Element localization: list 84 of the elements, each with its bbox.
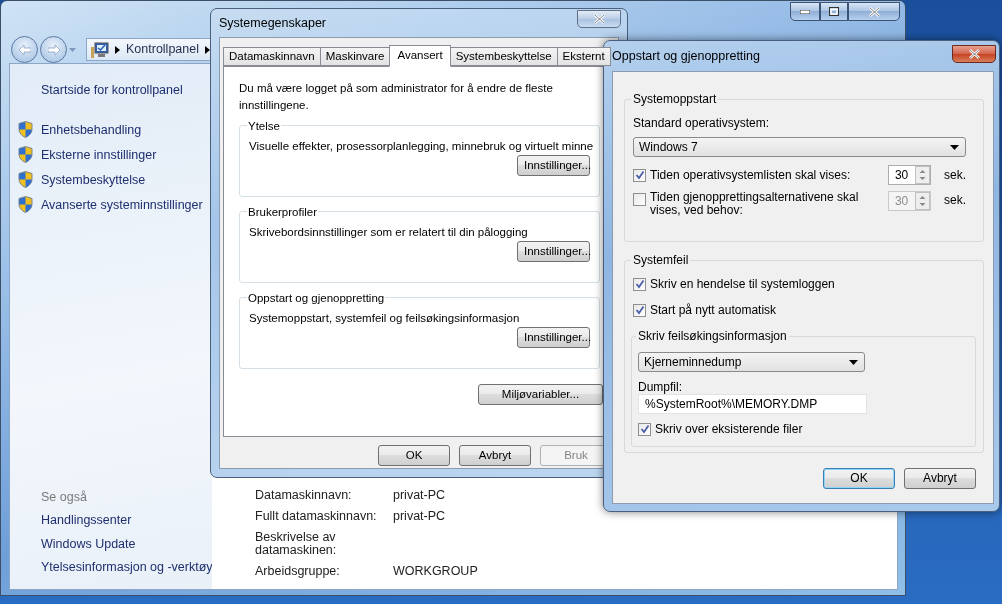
group-title: Ytelse	[247, 118, 281, 133]
shield-icon	[18, 121, 33, 138]
environment-variables-button[interactable]: Miljøvariabler...	[478, 383, 603, 405]
group-title: Oppstart og gjenoppretting	[247, 290, 386, 305]
checkbox[interactable]	[633, 168, 646, 182]
control-panel-icon	[91, 41, 109, 58]
tab[interactable]: Systembeskyttelse	[450, 47, 557, 66]
field-label: Standard operativsystem:	[633, 115, 771, 132]
shield-icon	[18, 146, 33, 163]
sidebar-link[interactable]: Enhetsbehandling	[41, 121, 142, 138]
checkbox[interactable]	[638, 422, 651, 436]
chevron-icon[interactable]	[115, 45, 120, 54]
notice-text: Du må være logget på som administrator for å endre de fleste innstillingene.	[239, 81, 554, 114]
sidebar-link[interactable]: Windows Update	[41, 535, 212, 552]
dialog-button[interactable]: OK	[378, 445, 450, 466]
tab[interactable]: Maskinvare	[319, 47, 390, 66]
settings-button[interactable]: Innstillinger...	[517, 240, 590, 262]
settings-button[interactable]: Innstillinger...	[517, 326, 590, 348]
group-title: Brukerprofiler	[247, 204, 319, 219]
close-button[interactable]	[577, 10, 621, 28]
dropdown[interactable]: Kjerneminnedump	[638, 352, 865, 372]
checkbox-label: Tiden gjenopprettingsalternativene skal vises, ved behov:	[650, 191, 860, 217]
sidebar-link[interactable]: Ytelsesinformasjon og -verktøy	[41, 559, 212, 575]
info-value: WORKGROUP	[393, 565, 479, 578]
unit-label: sek.	[944, 192, 966, 209]
checkbox[interactable]	[633, 303, 646, 317]
sidebar-link[interactable]: Eksterne innstillinger	[41, 146, 157, 163]
dropdown[interactable]: Windows 7	[633, 137, 966, 157]
forward-button[interactable]	[40, 36, 67, 63]
breadcrumb-item[interactable]: Kontrollpanel	[126, 40, 199, 59]
window-title: Systemegenskaper	[219, 14, 326, 32]
close-button[interactable]	[848, 2, 900, 21]
info-label: Datamaskinnavn:	[255, 489, 353, 502]
group-title: Skriv feilsøkingsinformasjon	[637, 329, 788, 343]
minimize-button[interactable]	[790, 2, 820, 21]
chevron-icon[interactable]	[204, 45, 210, 54]
tab[interactable]: Datamaskinnavn	[223, 47, 320, 66]
sidebar-link[interactable]: Startside for kontrollpanel	[41, 82, 212, 98]
back-button[interactable]	[11, 36, 38, 63]
dropdown-arrow-icon	[849, 359, 858, 365]
group-title: Systemoppstart	[632, 92, 718, 106]
close-button[interactable]	[952, 45, 996, 63]
unit-label: sek.	[944, 167, 966, 184]
checkbox[interactable]	[633, 277, 646, 291]
info-label: Beskrivelse av datamaskinen:	[255, 531, 338, 557]
checkbox-label: Skriv en hendelse til systemloggen	[650, 276, 835, 293]
close-icon	[868, 6, 880, 17]
group-description: Skrivebordsinnstillinger som er relatert til din pålogging	[249, 224, 529, 240]
checkbox[interactable]	[633, 193, 646, 206]
close-icon	[593, 14, 605, 24]
spin-arrows-icon[interactable]	[915, 166, 930, 184]
sidebar-link[interactable]: Avanserte systeminnstillinger	[41, 196, 203, 213]
sidebar-link[interactable]: Systembeskyttelse	[41, 171, 146, 188]
info-value: privat-PC	[393, 510, 447, 523]
dialog-button[interactable]: Avbryt	[904, 468, 976, 489]
checkbox-label: Tiden operativsystemlisten skal vises:	[650, 168, 852, 182]
number-spinner[interactable]: 30	[887, 165, 931, 185]
close-icon	[968, 49, 980, 59]
sidebar-link[interactable]: Handlingssenter	[41, 512, 212, 528]
group-description: Systemoppstart, systemfeil og feilsøkingsinformasjon	[249, 310, 521, 326]
text-field[interactable]: %SystemRoot%\MEMORY.DMP	[638, 394, 867, 414]
field-label: Dumpfil:	[638, 380, 683, 394]
forward-arrow-icon	[47, 44, 60, 55]
tab[interactable]: Avansert	[389, 45, 451, 67]
info-label: Fullt datamaskinnavn:	[255, 510, 378, 523]
dialog-button[interactable]: OK	[823, 468, 895, 489]
settings-button[interactable]: Innstillinger...	[517, 154, 590, 176]
back-arrow-icon	[18, 44, 31, 55]
window-title: Oppstart og gjenoppretting	[612, 47, 761, 65]
maximize-button[interactable]	[820, 2, 848, 21]
spin-arrows-icon[interactable]	[915, 192, 930, 210]
checkbox-label: Skriv over eksisterende filer	[655, 421, 803, 438]
shield-icon	[18, 196, 33, 213]
section-heading: Se også	[41, 488, 88, 505]
minimize-icon	[800, 9, 810, 14]
tab[interactable]: Eksternt	[556, 47, 611, 66]
checkbox-label: Start på nytt automatisk	[650, 302, 777, 319]
maximize-icon	[829, 7, 839, 16]
info-label: Arbeidsgruppe:	[255, 565, 341, 578]
info-value: privat-PC	[393, 489, 447, 502]
dialog-button[interactable]: Avbryt	[459, 445, 531, 466]
dropdown-arrow-icon	[950, 144, 959, 150]
shield-icon	[18, 171, 33, 188]
group-title: Systemfeil	[632, 253, 690, 267]
